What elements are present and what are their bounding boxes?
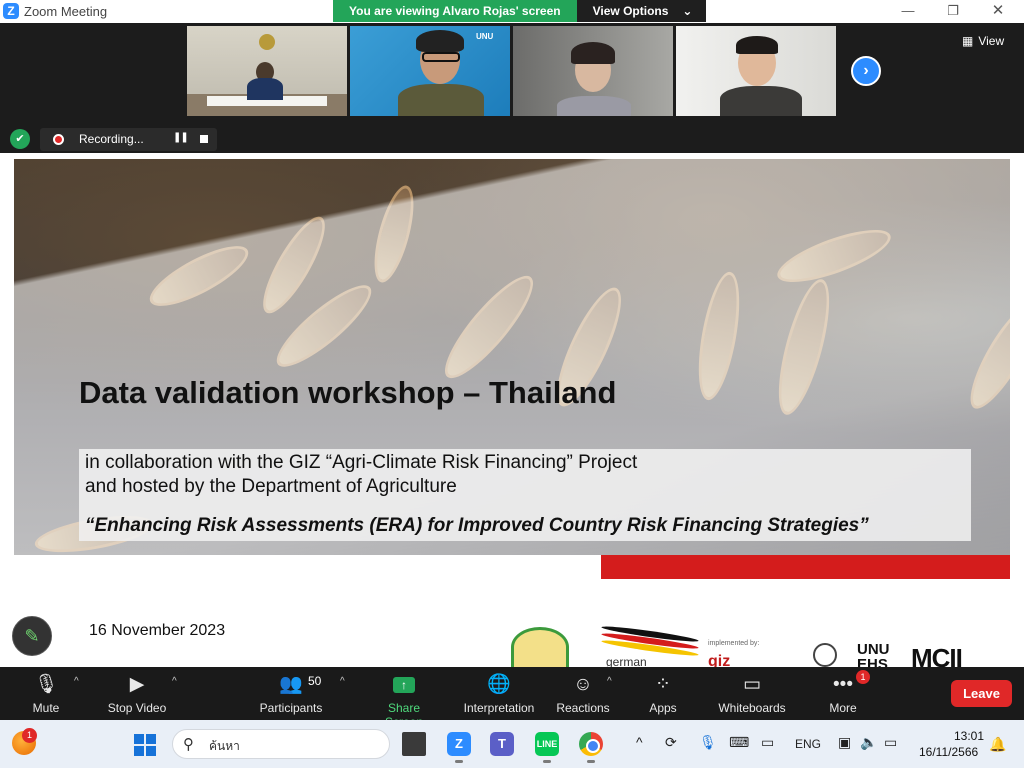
chevron-down-icon: ⌄ (682, 4, 693, 18)
record-icon (53, 134, 64, 145)
close-button[interactable]: ✕ (983, 2, 1013, 20)
chrome-app-icon[interactable] (579, 732, 603, 756)
windows-start-icon[interactable] (134, 734, 156, 756)
recording-label: Recording... (79, 132, 144, 146)
un-emblem-icon (813, 643, 837, 667)
viewing-banner-text: You are viewing Alvaro Rojas' screen (333, 0, 577, 22)
security-shield-icon[interactable]: ✔ (10, 129, 30, 149)
shared-screen: Data validation workshop – Thailand in c… (0, 153, 1024, 667)
german-logo-text: german (606, 655, 647, 667)
participant-video-tile[interactable]: UNU (350, 26, 510, 116)
slide-subtitle-box: in collaboration with the GIZ “Agri-Clim… (79, 449, 971, 541)
mcii-logo: MCII (911, 643, 963, 667)
participant-video-tile[interactable] (676, 26, 836, 116)
microphone-tray-icon[interactable]: 🎙 (699, 734, 717, 751)
more-button[interactable]: ••• More (826, 673, 860, 715)
title-bar: Z Zoom Meeting You are viewing Alvaro Ro… (0, 0, 1024, 23)
more-dots-icon: ••• (833, 674, 853, 695)
stop-video-button[interactable]: ▶ Stop Video (106, 673, 168, 715)
whiteboard-icon: ▭ (743, 674, 761, 695)
reactions-options-caret[interactable]: ^ (607, 676, 612, 687)
view-options-button[interactable]: View Options ⌄ (576, 0, 707, 22)
chevron-right-icon: › (863, 62, 869, 79)
slide-accent-bar (601, 555, 1010, 579)
keyboard-icon[interactable]: ⌨ (729, 734, 749, 751)
widget-notification-badge: 1 (22, 728, 37, 743)
participants-count: 50 (308, 674, 322, 688)
more-notification-badge: 1 (856, 670, 870, 684)
share-screen-icon: ↑ (393, 677, 415, 693)
line-app-icon[interactable]: LINE (535, 732, 559, 756)
leave-button[interactable]: Leave (951, 680, 1012, 707)
stop-recording-button[interactable] (200, 135, 208, 143)
apps-button[interactable]: ⁘ Apps (646, 673, 680, 715)
next-page-button[interactable]: › (851, 56, 881, 86)
zoom-app-icon[interactable]: Z (447, 732, 471, 756)
audio-options-caret[interactable]: ^ (74, 676, 79, 687)
apps-icon: ⁘ (655, 674, 671, 695)
teams-app-icon[interactable]: T (490, 732, 514, 756)
slide-subtitle-line: in collaboration with the GIZ “Agri-Clim… (85, 452, 638, 473)
participants-options-caret[interactable]: ^ (340, 676, 345, 687)
meeting-toolbar: 🎙 Mute ^ ▶ Stop Video ^ 👥 Participants 5… (0, 667, 1024, 729)
battery-icon[interactable]: ▭ (884, 734, 897, 751)
interpretation-button[interactable]: 🌐 Interpretation (460, 673, 538, 715)
participant-video-tile[interactable] (513, 26, 673, 116)
globe-icon: 🌐 (487, 674, 511, 695)
giz-logo-text: giz (708, 653, 731, 667)
pause-recording-button[interactable]: ❚❚ (173, 132, 189, 143)
department-of-agriculture-logo (511, 627, 569, 667)
recording-indicator: Recording... ❚❚ (40, 128, 217, 151)
show-hidden-icons-chevron[interactable]: ^ (636, 734, 643, 750)
clock-time[interactable]: 13:01 (952, 729, 984, 743)
zoom-logo-icon: Z (3, 3, 19, 19)
viewing-banner: You are viewing Alvaro Rojas' screen Vie… (333, 0, 707, 22)
slide-subtitle-line: and hosted by the Department of Agricult… (85, 476, 457, 497)
notifications-icon[interactable]: 🔔 (989, 736, 1006, 753)
video-options-caret[interactable]: ^ (172, 676, 177, 687)
grid-view-icon: ▦ (962, 34, 974, 48)
smiley-icon: ☺ (573, 674, 593, 695)
windows-taskbar: 1 ⚲ ค้นหา Z T LINE ^ ⟳ 🎙 ⌨ ▭ ENG ▣ 🔈 ▭ 1… (0, 720, 1024, 768)
slide-project-title: “Enhancing Risk Assessments (ERA) for Im… (85, 515, 869, 536)
minimize-button[interactable]: — (893, 2, 923, 20)
search-icon: ⚲ (183, 736, 194, 753)
taskbar-search-input[interactable]: ⚲ ค้นหา (172, 729, 390, 759)
clock-date[interactable]: 16/11/2566 (919, 745, 978, 759)
maximize-button[interactable]: ❐ (938, 2, 968, 20)
reactions-button[interactable]: ☺ Reactions (555, 673, 611, 715)
slide-title: Data validation workshop – Thailand (79, 375, 617, 410)
task-view-icon[interactable] (402, 732, 426, 756)
whiteboards-button[interactable]: ▭ Whiteboards (716, 673, 788, 715)
mute-button[interactable]: 🎙 Mute (30, 673, 62, 715)
display-icon[interactable]: ▭ (761, 734, 774, 751)
participant-gallery: UNU › ▦ View ✔ Recording... ❚❚ (0, 23, 1024, 153)
slide-date: 16 November 2023 (89, 622, 226, 639)
input-language[interactable]: ENG (795, 737, 821, 751)
view-button[interactable]: ▦ View (962, 34, 1004, 48)
window-title: Zoom Meeting (24, 4, 108, 19)
sync-icon[interactable]: ⟳ (665, 734, 677, 751)
video-camera-icon: ▶ (129, 674, 145, 695)
annotate-button[interactable]: ✎ (12, 616, 52, 656)
network-icon[interactable]: ▣ (838, 734, 851, 751)
microphone-icon: 🎙 (33, 674, 59, 695)
view-button-label: View (978, 34, 1005, 48)
participant-video-tile[interactable] (187, 26, 347, 116)
taskbar-search-placeholder: ค้นหา (209, 739, 240, 753)
view-options-label: View Options (592, 4, 669, 18)
implemented-by-label: implemented by: (708, 640, 760, 647)
volume-icon[interactable]: 🔈 (860, 734, 877, 751)
unu-ehs-logo: UNU EHS (857, 641, 890, 667)
german-cooperation-logo: german (601, 624, 699, 667)
pencil-icon: ✎ (24, 626, 40, 646)
